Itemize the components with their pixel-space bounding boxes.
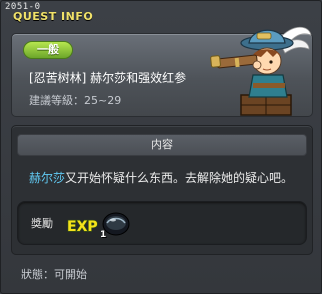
quest-category-badge: 一般: [23, 41, 73, 59]
level-requirement: 建議等級：25~29: [29, 94, 122, 107]
reward-label: 獎勵: [31, 217, 53, 230]
reward-box: [17, 201, 307, 245]
reward-quantity: 1: [100, 230, 107, 240]
exp-icon-text: EXP: [67, 219, 98, 235]
npc-name-link[interactable]: 赫尔莎: [29, 171, 65, 185]
content-header: 内容: [17, 134, 307, 156]
quest-description-text: 又开始怀疑什么东西。去解除她的疑心吧。: [65, 171, 294, 185]
npc-explorer-portrait-icon: [210, 26, 312, 116]
quest-status: 狀態：可開始: [21, 268, 87, 281]
exp-icon[interactable]: EXP: [65, 215, 99, 235]
quest-description: 赫尔莎又开始怀疑什么东西。去解除她的疑心吧。: [29, 169, 293, 186]
window-title: QUEST INFO: [13, 10, 94, 23]
quest-info-window: 2051-0 QUEST INFO 一般 [忍苦树林] 赫尔莎和强效红参 建議等…: [0, 0, 322, 294]
quest-title: [忍苦树林] 赫尔莎和强效红参: [29, 71, 187, 85]
